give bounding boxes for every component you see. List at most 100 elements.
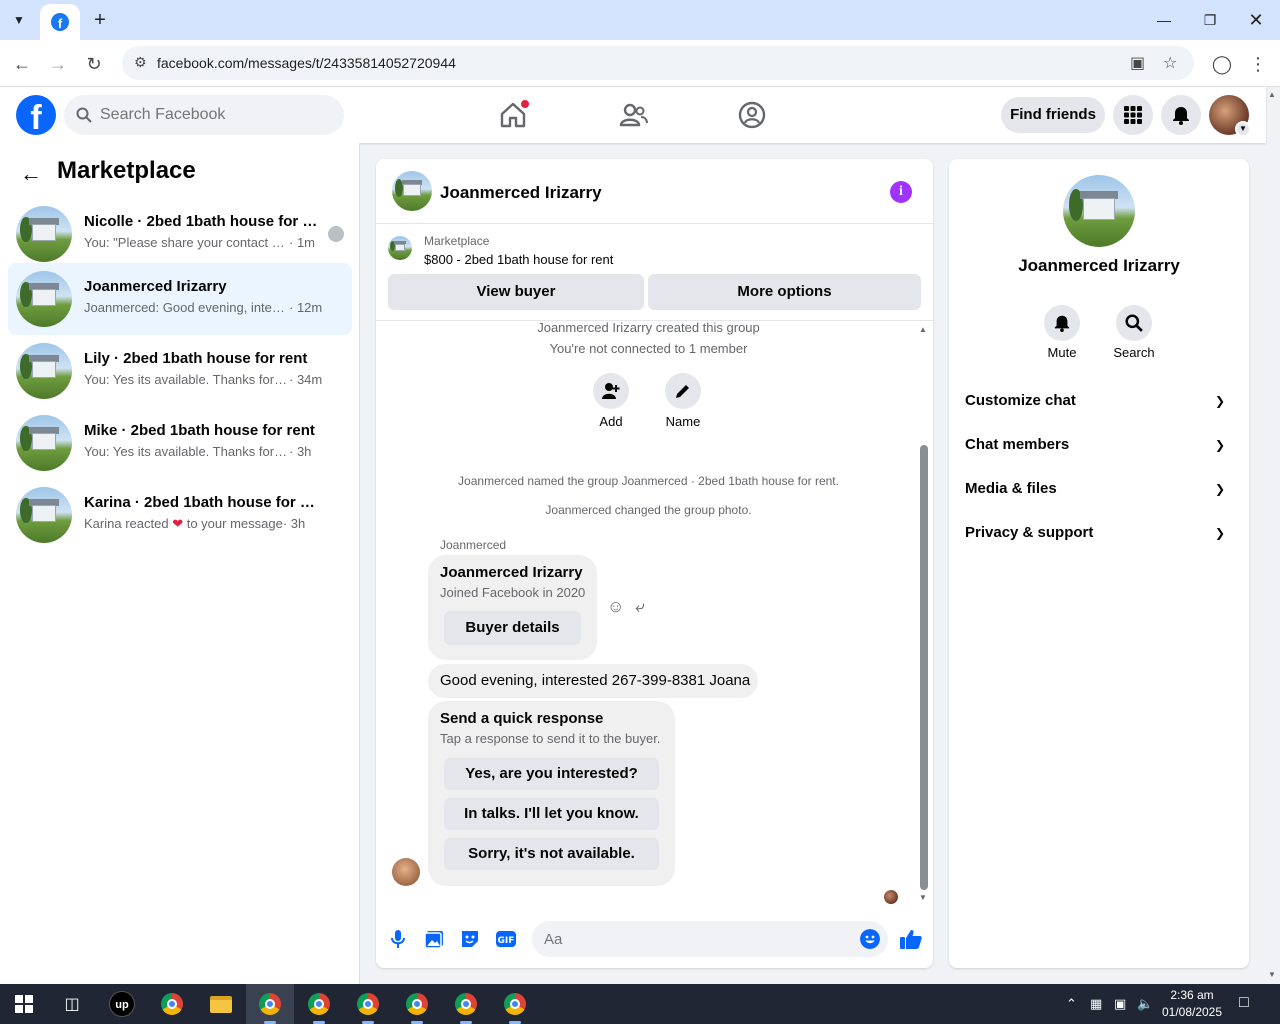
message-input[interactable]: [532, 921, 888, 957]
view-buyer-button[interactable]: View buyer: [388, 274, 644, 310]
back-arrow-icon[interactable]: ←: [8, 50, 36, 78]
new-tab-plus-icon[interactable]: +: [88, 8, 112, 32]
marketplace-listing-bar: Marketplace $800 - 2bed 1bath house for …: [376, 225, 933, 321]
upwork-app-icon[interactable]: up: [108, 990, 136, 1018]
search-in-chat-button[interactable]: [1116, 305, 1152, 341]
reply-arrow-icon[interactable]: ⤶: [635, 597, 645, 617]
page-scroll-up-icon[interactable]: ▲: [1268, 90, 1276, 99]
message-bubble[interactable]: Good evening, interested 267-399-8381 Jo…: [428, 664, 758, 698]
browser-menu-icon[interactable]: ⋮: [1244, 50, 1272, 78]
sticker-icon[interactable]: [459, 928, 481, 950]
profile-icon[interactable]: ◯: [1208, 50, 1236, 78]
system-clock[interactable]: 2:36 am 01/08/2025: [1160, 987, 1224, 1021]
panel-title: Marketplace: [57, 157, 196, 184]
buyer-details-button[interactable]: Buyer details: [444, 611, 581, 645]
reload-icon[interactable]: ↻: [80, 50, 108, 78]
conversation-item-karina[interactable]: Karina · 2bed 1bath house for rent Karin…: [8, 479, 352, 551]
chrome-profile-icon[interactable]: [501, 990, 529, 1018]
gif-icon[interactable]: GIF: [495, 928, 517, 950]
windows-start-icon[interactable]: [10, 990, 38, 1018]
site-settings-icon[interactable]: ⚙: [134, 54, 147, 71]
find-friends-button[interactable]: Find friends: [1001, 97, 1105, 133]
search-box[interactable]: [64, 95, 344, 135]
back-arrow-icon[interactable]: ←: [20, 161, 42, 187]
scroll-down-arrow-icon[interactable]: ▼: [919, 893, 927, 902]
chrome-profile-icon[interactable]: [305, 990, 333, 1018]
seen-receipt-avatar: [884, 890, 898, 904]
task-view-icon[interactable]: ◫: [58, 990, 86, 1018]
browser-tab-facebook[interactable]: f: [40, 4, 80, 40]
meet-now-icon[interactable]: ▦: [1090, 996, 1102, 1012]
emoji-icon[interactable]: [860, 929, 880, 949]
message-composer: GIF: [376, 912, 933, 968]
forward-arrow-icon[interactable]: →: [44, 50, 72, 78]
add-member-button[interactable]: [593, 373, 629, 409]
notifications-button[interactable]: [1161, 95, 1201, 135]
chat-members-section[interactable]: Chat members ❯: [965, 436, 1233, 466]
friends-icon[interactable]: [617, 99, 649, 131]
chrome-profile-icon[interactable]: [403, 990, 431, 1018]
listing-thumbnail: [16, 271, 72, 327]
page-scroll-down-icon[interactable]: ▼: [1268, 970, 1276, 979]
listing-title[interactable]: $800 - 2bed 1bath house for rent: [424, 252, 613, 267]
group-photo[interactable]: [1063, 175, 1135, 247]
quick-response-yes-button[interactable]: Yes, are you interested?: [444, 758, 659, 790]
media-files-section[interactable]: Media & files ❯: [965, 480, 1233, 510]
groups-icon[interactable]: [736, 99, 768, 131]
menu-button[interactable]: [1113, 95, 1153, 135]
thumbs-up-icon[interactable]: [899, 927, 923, 951]
conversation-item-lily[interactable]: Lily · 2bed 1bath house for rent You: Ye…: [8, 335, 352, 407]
conversation-item-joanmerced[interactable]: Joanmerced Irizarry Joanmerced: Good eve…: [8, 263, 352, 335]
chrome-profile-icon[interactable]: [452, 990, 480, 1018]
buyer-name: Joanmerced Irizarry: [440, 564, 583, 581]
react-smiley-icon[interactable]: ☺: [607, 597, 624, 617]
microphone-icon[interactable]: [387, 928, 409, 950]
notification-center-icon[interactable]: □: [1239, 994, 1249, 1012]
install-app-icon[interactable]: ▣: [1130, 53, 1145, 73]
tab-list-chevron-icon[interactable]: ▼: [6, 8, 32, 32]
chrome-app-icon[interactable]: [158, 990, 186, 1018]
omnibox[interactable]: ⚙ facebook.com/messages/t/24335814052720…: [122, 46, 1194, 80]
search-label: Search: [1113, 345, 1155, 360]
quick-response-not-available-button[interactable]: Sorry, it's not available.: [444, 838, 659, 870]
windows-taskbar: ◫ up ⌃ ▦ ▣ 🔈 2:36 am 01/08/2025 □: [0, 984, 1280, 1024]
listing-thumbnail: [16, 415, 72, 471]
search-input[interactable]: [100, 106, 320, 124]
more-options-button[interactable]: More options: [648, 274, 921, 310]
chevron-down-icon: ❯: [1214, 394, 1225, 408]
chrome-profile-icon[interactable]: [354, 990, 382, 1018]
conversation-snippet: Karina reacted ❤ to your message· 3h: [84, 516, 306, 531]
chat-title[interactable]: Joanmerced Irizarry: [440, 183, 602, 203]
account-chevron-down-icon[interactable]: ▼: [1235, 121, 1251, 137]
scroll-up-arrow-icon[interactable]: ▲: [919, 325, 927, 334]
conversation-snippet: You: Yes its available. Thanks for mess.…: [84, 444, 312, 459]
chat-avatar[interactable]: [392, 171, 432, 211]
photo-gallery-icon[interactable]: [423, 928, 445, 950]
info-icon[interactable]: i: [890, 181, 912, 203]
conversation-item-nicolle[interactable]: Nicolle · 2bed 1bath house for r... You:…: [8, 198, 352, 270]
mute-button[interactable]: [1044, 305, 1080, 341]
close-window-icon[interactable]: ✕: [1233, 6, 1279, 34]
url-text[interactable]: facebook.com/messages/t/2433581405272094…: [157, 55, 456, 71]
facebook-logo-icon[interactable]: f: [16, 95, 56, 135]
facebook-header: f Find friends ▼: [0, 87, 1266, 143]
restore-icon[interactable]: ❐: [1187, 6, 1233, 34]
minimize-icon[interactable]: —: [1141, 6, 1187, 34]
clock-date: 01/08/2025: [1161, 1005, 1223, 1019]
privacy-support-section[interactable]: Privacy & support ❯: [965, 524, 1233, 554]
svg-text:GIF: GIF: [498, 936, 515, 946]
tray-chevron-up-icon[interactable]: ⌃: [1066, 996, 1077, 1012]
customize-chat-section[interactable]: Customize chat ❯: [965, 392, 1233, 422]
conversation-name: Karina · 2bed 1bath house for rent: [84, 494, 319, 511]
chat-scrollbar-thumb[interactable]: [920, 445, 928, 890]
file-explorer-icon[interactable]: [207, 990, 235, 1018]
bookmark-star-icon[interactable]: ☆: [1163, 53, 1177, 73]
network-icon[interactable]: ▣: [1114, 996, 1126, 1012]
volume-icon[interactable]: 🔈: [1137, 996, 1153, 1012]
quick-response-in-talks-button[interactable]: In talks. I'll let you know.: [444, 798, 659, 830]
chrome-profile-icon[interactable]: [256, 990, 284, 1018]
conversation-item-mike[interactable]: Mike · 2bed 1bath house for rent You: Ye…: [8, 407, 352, 479]
name-group-button[interactable]: [665, 373, 701, 409]
clock-time: 2:36 am: [1170, 988, 1214, 1002]
listing-thumbnail: [16, 487, 72, 543]
